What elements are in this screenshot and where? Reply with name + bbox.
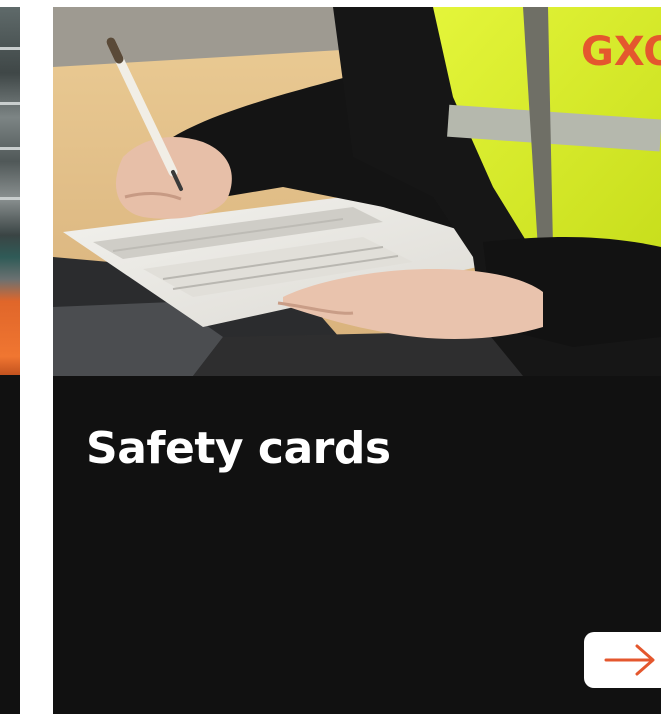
safety-cards-card[interactable]: GXO Safety cards [53, 7, 661, 714]
previous-card-image [0, 7, 20, 375]
previous-card[interactable] [0, 7, 20, 714]
card-title: Safety cards [86, 423, 391, 474]
card-link-button[interactable] [584, 632, 661, 688]
worker-writing-illustration: GXO [53, 7, 661, 376]
card-image: GXO [53, 7, 661, 376]
page: GXO Safety cards [0, 0, 661, 714]
arrow-right-icon [604, 644, 655, 676]
gxo-logo: GXO [581, 29, 661, 75]
